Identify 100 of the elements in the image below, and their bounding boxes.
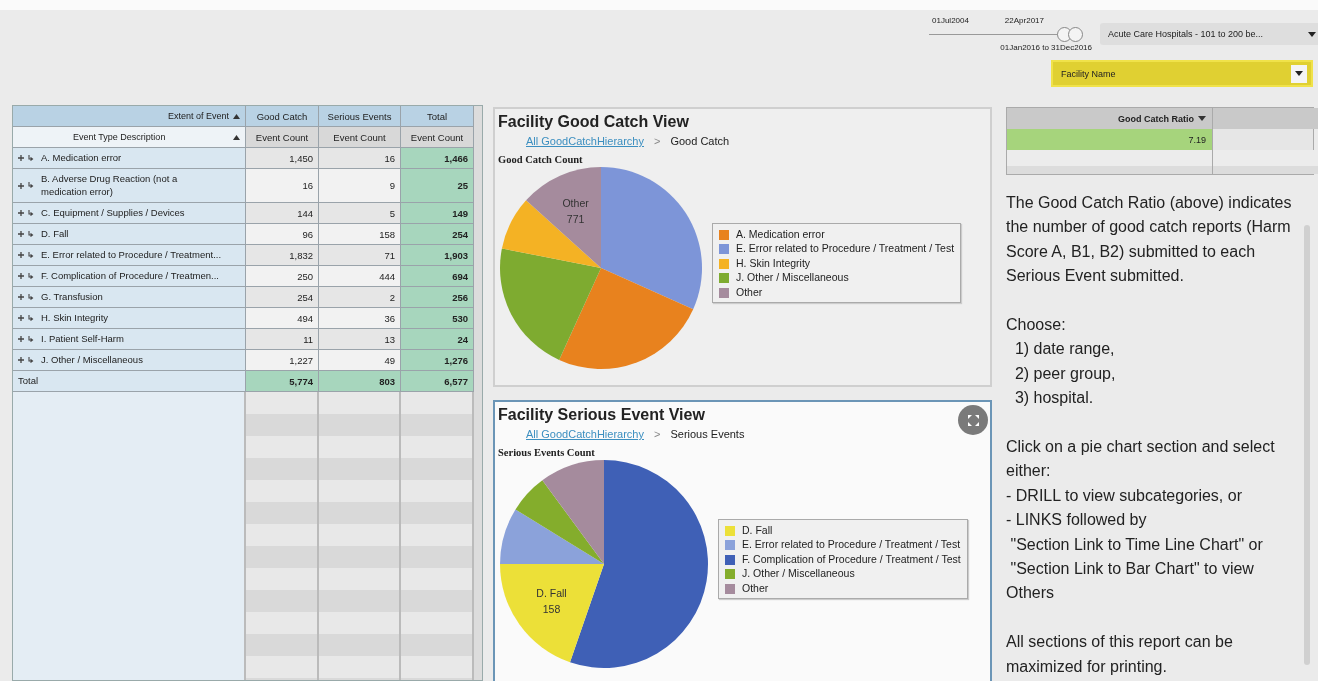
caret-icon[interactable] [1308,31,1316,37]
drill-down-icon[interactable] [28,209,34,217]
drill-down-icon[interactable] [28,293,34,301]
slice-label: Other 771 [562,196,589,225]
table-cell: 16 [319,148,401,169]
instruction-text: All sections of this report can be maximized for printing. [1006,632,1234,677]
expand-icon[interactable] [18,155,24,161]
breadcrumb-link[interactable]: All GoodCatchHierarchy [526,428,644,440]
table-cell: 694 [401,266,474,287]
legend-swatch [719,273,729,283]
chart-title: Good Catch Count [498,154,584,165]
sort-up-icon[interactable] [233,134,240,140]
column-header[interactable]: Extent of Event [13,106,246,127]
legend-label: H. Skin Integrity [736,256,811,271]
row-label: G. Transfusion [41,290,103,304]
peer-group-dropdown[interactable]: Acute Care Hospitals - 101 to 200 be... [1100,23,1318,45]
expand-icon[interactable] [18,294,24,300]
legend-label: Other [742,581,769,596]
table-cell: 5 [319,203,401,224]
column-header[interactable]: Total [401,106,474,127]
table-cell: 11 [246,329,319,350]
facility-dropdown[interactable]: Facility Name [1051,60,1313,87]
drill-down-icon[interactable] [28,335,34,343]
table-cell: 144 [246,203,319,224]
drill-down-icon[interactable] [28,230,34,238]
pie-slice[interactable] [542,460,604,564]
column-header[interactable]: Event Type Description [13,127,246,148]
table-cell: 5,774 [246,371,319,392]
panel-title: Facility Serious Event View [498,406,705,423]
table-cell: 49 [319,350,401,371]
instruction-text: The Good Catch Ratio (above) indicates the number of good catch reports (Harm Score A, B1, B2) submitted to each Serious Event submitted. [1006,193,1293,287]
breadcrumb-current: Good Catch [670,135,730,147]
table-cell: 158 [319,224,401,245]
table-cell: 13 [319,329,401,350]
row-label: F. Complication of Procedure / Treatmen... [41,269,219,283]
pie-slice[interactable] [500,509,604,564]
legend-label: A. Medication error [736,227,825,242]
legend-swatch [719,244,729,254]
column-header[interactable]: Event Count [319,127,401,148]
drill-down-icon[interactable] [28,182,34,189]
legend-label: E. Error related to Procedure / Treatment / Test [742,538,961,552]
expand-icon[interactable] [18,357,24,363]
row-label: Total [13,371,246,392]
column-header[interactable]: Serious Events [319,106,401,127]
pie-slice[interactable] [601,167,702,310]
pie-slice[interactable] [515,480,604,564]
table-cell: 1,276 [401,350,474,371]
expand-icon[interactable] [18,210,24,216]
sort-up-icon[interactable] [233,113,240,119]
drill-down-icon[interactable] [28,154,34,162]
drill-down-icon[interactable] [28,272,34,280]
pie-slice[interactable] [570,460,708,668]
row-label: H. Skin Integrity [41,311,109,325]
table-cell: 803 [319,371,401,392]
expand-icon[interactable] [18,252,24,258]
legend-swatch [725,525,735,536]
slider-max-label: 22Apr2017 [1004,16,1044,25]
column-header[interactable]: Good Catch [246,106,319,127]
table-cell: 6,577 [401,371,474,392]
drill-down-icon[interactable] [28,251,34,259]
expand-icon[interactable] [18,182,24,189]
pie-slice[interactable] [500,564,604,663]
table-cell: 36 [319,308,401,329]
pie-slice[interactable] [526,167,601,268]
caret-icon[interactable] [1295,71,1303,76]
table-cell: 96 [246,224,319,245]
column-header[interactable]: Good Catch Ratio [1007,108,1213,129]
legend-label: J. Other / Miscellaneous [736,271,849,285]
pie-slice[interactable] [501,200,601,268]
legend-swatch [719,258,729,269]
expand-icon[interactable] [18,336,24,342]
legend-label: D. Fall [742,523,773,538]
expand-icon[interactable] [18,231,24,237]
table-cell: 1,903 [401,245,474,266]
legend-swatch [725,569,735,579]
legend-label: J. Other / Miscellaneous [742,567,855,581]
table-cell: 530 [401,308,474,329]
expand-icon[interactable] [18,273,24,279]
table-cell: 71 [319,245,401,266]
slice-label: D. Fall 158 [536,587,567,616]
drill-down-icon[interactable] [28,314,34,322]
drill-down-icon[interactable] [28,356,34,364]
table-cell: 250 [246,266,319,287]
table-cell: 2 [319,287,401,308]
table-cell: 24 [401,329,474,350]
table-cell: 256 [401,287,474,308]
instruction-text: Click on a pie chart section and select either: - DRILL to view subcategories, or - LINKS followed by "Section Link to Time Line Chart" or "Section Link to Bar Chart" to view Others [1006,437,1276,604]
expand-icon[interactable] [18,315,24,321]
table-cell: 149 [401,203,474,224]
row-label: A. Medication error [41,151,122,165]
pie-slice[interactable] [559,268,694,369]
scrollbar[interactable] [1304,225,1310,665]
column-header[interactable]: Event Count [246,127,319,148]
sort-down-icon[interactable] [1198,116,1206,121]
maximize-button[interactable] [958,405,988,435]
legend-swatch [725,540,735,550]
table-cell: 25 [401,169,474,203]
legend-label: Other [736,285,763,300]
column-header[interactable]: Event Count [401,127,474,148]
legend-label: F. Complication of Procedure / Treatment / Test [742,552,961,567]
